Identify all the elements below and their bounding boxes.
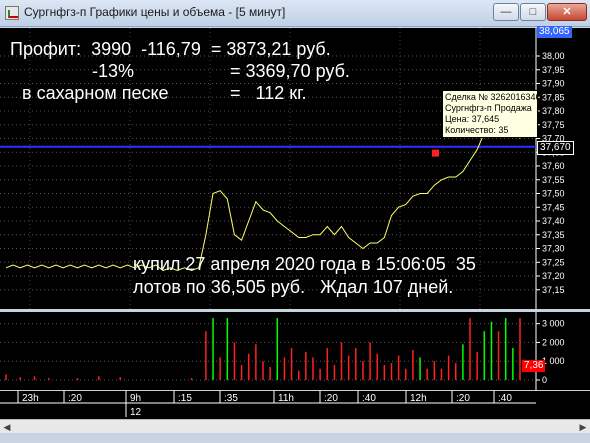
trade-marker	[432, 149, 439, 157]
tooltip-price: Цена: 37,645	[445, 114, 500, 124]
sugar-value: = 112 кг.	[230, 83, 307, 103]
current-price-tag: 38,065	[537, 26, 572, 38]
tooltip-deal: Сделка № 3262016346	[445, 92, 538, 102]
tooltip-quantity: Количество: 35	[445, 125, 509, 135]
time-tick-label: :20	[68, 393, 82, 404]
time-tick-label: 11h	[278, 393, 294, 404]
percent-value: = 3369,70 руб.	[230, 61, 350, 81]
time-tick-label: 23h	[22, 393, 39, 404]
level-price-tag: 37,670	[537, 140, 574, 155]
scroll-right-arrow-icon[interactable]: ▶	[576, 420, 590, 434]
volume-tick-label: 3 000	[542, 319, 565, 329]
volume-tag: 7,36	[522, 360, 546, 372]
tooltip-ticker: Сургнфгз-п Продажа	[445, 103, 532, 113]
time-tick-label: :15	[178, 393, 192, 404]
time-tick-label: :20	[456, 393, 470, 404]
time-tick-label: 12h	[410, 393, 427, 404]
percent-label: -13%	[92, 61, 135, 81]
time-axis-canvas: 23h :20 9h :15 :35 11h :20 :40 12h :20 :40 12	[0, 391, 536, 418]
purchase-note-1: купил 27 апреля 2020 года в 15:06:05 35	[133, 254, 476, 274]
day-label: 12	[130, 407, 142, 418]
profit-line: Профит: 3990 -116,79 = 3873,21 руб.	[10, 39, 331, 59]
price-tick-label: 37,45	[542, 202, 565, 212]
price-tick-label: 37,15	[542, 285, 565, 295]
horizontal-scrollbar[interactable]: ◀ ▶	[0, 419, 590, 434]
price-tick-label: 37,25	[542, 257, 565, 267]
volume-tick-label: 2 000	[542, 337, 565, 347]
purchase-note-2: лотов по 36,505 руб. Ждал 107 дней.	[133, 277, 454, 297]
price-tick-label: 37,95	[542, 65, 565, 75]
price-tick-label: 37,60	[542, 161, 565, 171]
volume-tick-label: 0	[542, 375, 547, 385]
price-tick-label: 37,80	[542, 106, 565, 116]
price-tick-label: 37,20	[542, 271, 565, 281]
sugar-label: в сахарном песке	[22, 83, 169, 103]
chart-app-icon	[5, 6, 19, 20]
price-tick-label: 37,55	[542, 175, 565, 185]
window-title: Сургнфгз-п Графики цены и объема - [5 ми…	[24, 5, 286, 19]
time-tick-label: :20	[324, 393, 338, 404]
price-tick-label: 37,85	[542, 92, 565, 102]
trade-tooltip: Сделка № 3262016346 Сургнфгз-п Продажа Ц…	[442, 90, 538, 138]
time-tick-label: :40	[362, 393, 376, 404]
price-tick-label: 38,00	[542, 51, 565, 61]
price-tick-label: 37,35	[542, 230, 565, 240]
chart-window: Сургнфгз-п Графики цены и объема - [5 ми…	[0, 0, 590, 443]
scroll-left-arrow-icon[interactable]: ◀	[0, 420, 14, 434]
status-bar	[0, 433, 590, 443]
time-tick-label: :40	[498, 393, 512, 404]
close-button[interactable]: ✕	[547, 3, 587, 21]
price-tick-label: 37,75	[542, 120, 565, 130]
title-bar[interactable]: Сургнфгз-п Графики цены и объема - [5 ми…	[0, 0, 590, 27]
time-tick-label: :35	[224, 393, 238, 404]
price-tick-label: 37,50	[542, 189, 565, 199]
time-axis: 23h :20 9h :15 :35 11h :20 :40 12h :20 :40 12	[0, 391, 590, 419]
volume-chart[interactable]: 3 000 2 000 1 000 0 7,36	[0, 312, 590, 390]
volume-chart-canvas: 3 0002 0001 0000	[0, 312, 565, 390]
price-tick-label: 37,90	[542, 79, 565, 89]
time-tick-label: 9h	[130, 393, 141, 404]
price-tick-label: 37,40	[542, 216, 565, 226]
minimize-button[interactable]: —	[493, 3, 519, 21]
maximize-button[interactable]: □	[520, 3, 546, 21]
price-chart[interactable]: 38,0037,9537,9037,8537,8037,7537,7037,65…	[0, 26, 590, 309]
price-tick-label: 37,30	[542, 244, 565, 254]
